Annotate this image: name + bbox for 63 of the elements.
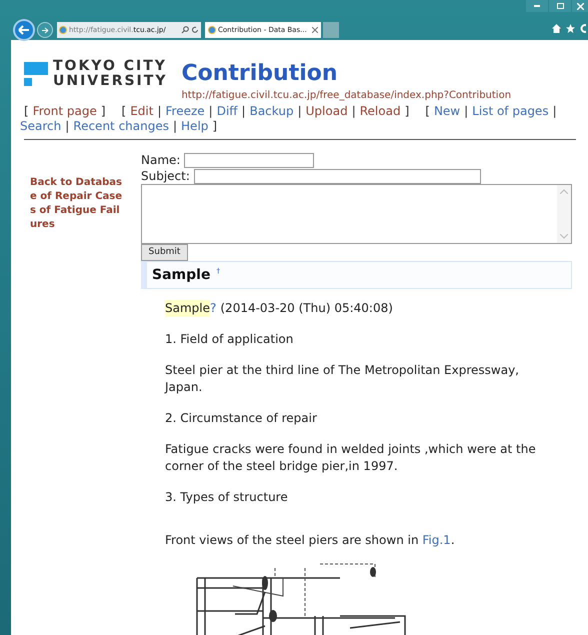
nav-punctuation: ] bbox=[100, 104, 106, 119]
field-label: Subject: bbox=[141, 168, 190, 185]
subject-field[interactable] bbox=[194, 168, 481, 184]
logo-icon bbox=[24, 62, 48, 86]
forward-button[interactable] bbox=[37, 22, 53, 38]
nav-link[interactable]: Backup bbox=[250, 104, 294, 119]
nav-punctuation: ] bbox=[212, 119, 218, 134]
nav-punctuation: | bbox=[352, 104, 356, 119]
nav-link[interactable]: Reload bbox=[360, 104, 401, 119]
nav-link[interactable]: New bbox=[434, 104, 460, 119]
refresh-icon[interactable] bbox=[191, 26, 199, 34]
paragraph: 3. Types of structure bbox=[165, 489, 289, 506]
minimize-icon[interactable] bbox=[526, 0, 548, 12]
nav-link[interactable]: Help bbox=[181, 119, 208, 134]
submit-button[interactable]: Submit bbox=[141, 244, 188, 261]
logo-text: UNIVERSITY bbox=[53, 74, 168, 89]
nav-link[interactable]: Front page bbox=[32, 104, 97, 119]
post-date: (2014-03-20 (Thu) 05:40:08) bbox=[220, 300, 393, 317]
nav-link[interactable]: Upload bbox=[306, 104, 348, 119]
paragraph: Fatigue cracks were found in welded joints ,which were at the corner of the steel bridge pier,in 1997. bbox=[165, 441, 537, 475]
close-icon[interactable] bbox=[312, 27, 318, 33]
nav-link[interactable]: Diff bbox=[216, 104, 238, 119]
nav-punctuation: | bbox=[242, 104, 246, 119]
nav-punctuation: | bbox=[208, 104, 213, 119]
paragraph: Front views of the steel piers are shown in Fig.1. bbox=[165, 532, 456, 549]
arrow-icon bbox=[41, 26, 49, 34]
nav-link[interactable]: Recent changes bbox=[73, 119, 169, 134]
star-icon[interactable] bbox=[566, 24, 575, 33]
paragraph: 1. Field of application bbox=[165, 331, 294, 348]
page-icon bbox=[59, 26, 67, 34]
home-icon[interactable] bbox=[552, 24, 561, 33]
logo-text: TOKYO CITY bbox=[53, 59, 168, 74]
nav-punctuation: [ bbox=[24, 104, 29, 119]
section-heading: Sample bbox=[152, 266, 210, 284]
nav-punctuation: | bbox=[552, 104, 557, 119]
maximize-icon[interactable] bbox=[549, 0, 571, 12]
nav-punctuation: | bbox=[464, 104, 468, 119]
back-button[interactable] bbox=[13, 19, 35, 41]
author-name: Sample bbox=[165, 300, 210, 317]
nav-link[interactable]: Search bbox=[20, 119, 62, 134]
field-label: Name: bbox=[141, 152, 180, 169]
nav-punctuation: [ bbox=[425, 104, 430, 119]
back-link[interactable]: Back to Database of Repair Cases of Fatigue Failures bbox=[30, 176, 126, 232]
nav-punctuation: | bbox=[172, 119, 178, 134]
arrow-icon bbox=[18, 25, 30, 35]
nav-link[interactable]: Freeze bbox=[166, 104, 205, 119]
page-url: http://fatigue.civil.tcu.ac.jp/free_database/index.php?Contribution bbox=[181, 90, 512, 102]
page-title: Contribution bbox=[181, 61, 339, 87]
author-link[interactable]: ? bbox=[210, 300, 216, 317]
paragraph: Steel pier at the third line of The Metropolitan Expressway, Japan. bbox=[165, 362, 520, 396]
figure-link[interactable]: Fig.1 bbox=[422, 533, 451, 547]
nav-link[interactable]: List of pages bbox=[472, 104, 549, 119]
nav-punctuation: [ bbox=[122, 104, 126, 119]
nav-punctuation: | bbox=[157, 104, 162, 119]
nav-punctuation: | bbox=[298, 104, 302, 119]
name-field[interactable] bbox=[184, 152, 314, 168]
nav-link[interactable]: Edit bbox=[130, 104, 154, 119]
nav-punctuation: ] bbox=[404, 104, 410, 119]
close-icon[interactable] bbox=[572, 0, 588, 12]
nav-punctuation: | bbox=[65, 119, 70, 134]
paragraph: 2. Circumstance of repair bbox=[165, 410, 318, 427]
search-icon[interactable] bbox=[181, 26, 189, 34]
page-icon bbox=[208, 26, 216, 34]
